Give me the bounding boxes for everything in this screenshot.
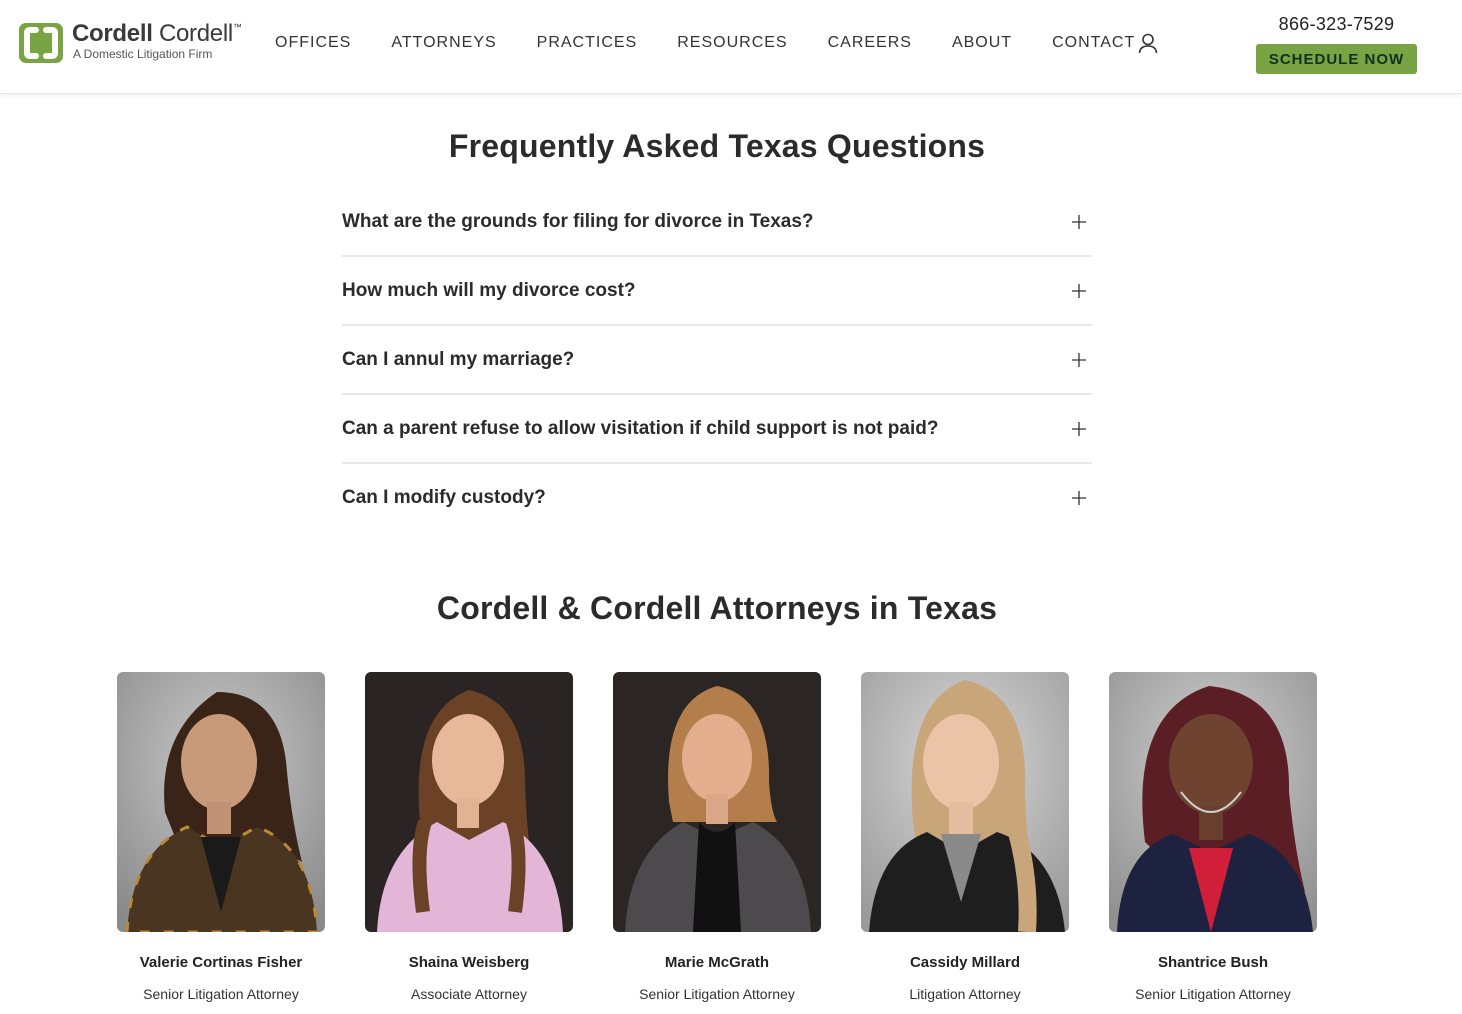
attorney-photo[interactable] (1109, 672, 1317, 932)
attorney-grid: Valerie Cortinas Fisher Senior Litigatio… (117, 672, 1317, 1012)
nav-contact[interactable]: CONTACT (1052, 33, 1135, 53)
nav-attorneys[interactable]: ATTORNEYS (391, 33, 496, 53)
attorney-role: Senior Litigation Attorney (1135, 986, 1291, 1002)
attorney-name[interactable]: Shaina Weisberg (345, 954, 593, 971)
attorney-name[interactable]: Cassidy Millard (841, 954, 1089, 971)
schedule-now-button[interactable]: SCHEDULE NOW (1256, 44, 1417, 74)
attorney-role: Associate Attorney (411, 986, 527, 1002)
logo-tagline: A Domestic Litigation Firm (73, 47, 213, 61)
attorney-card[interactable]: Cassidy Millard Litigation Attorney (861, 672, 1069, 1012)
nav-offices[interactable]: OFFICES (275, 33, 351, 53)
faq-question: Can a parent refuse to allow visitation … (342, 418, 939, 439)
faq-item[interactable]: Can I modify custody? (342, 464, 1092, 533)
attorney-role: Litigation Attorney (909, 986, 1021, 1002)
plus-icon[interactable] (1072, 284, 1086, 298)
faq-title: Frequently Asked Texas Questions (448, 128, 986, 164)
faq-question: Can I annul my marriage? (342, 349, 575, 370)
plus-icon[interactable] (1072, 422, 1086, 436)
attorney-card[interactable]: Shaina Weisberg Associate Attorney (365, 672, 573, 1012)
nav-careers[interactable]: CAREERS (828, 33, 912, 53)
nav-resources[interactable]: RESOURCES (677, 33, 787, 53)
faq-item[interactable]: Can I annul my marriage? (342, 326, 1092, 395)
faq-question: Can I modify custody? (342, 487, 546, 508)
faq-item[interactable]: What are the grounds for filing for divo… (342, 188, 1092, 257)
attorney-photo[interactable] (117, 672, 325, 932)
attorney-name[interactable]: Marie McGrath (593, 954, 841, 971)
attorney-photo[interactable] (365, 672, 573, 932)
logo-name: Cordell Cordell™ (72, 20, 242, 47)
nav-practices[interactable]: PRACTICES (537, 33, 638, 53)
faq-question: What are the grounds for filing for divo… (342, 211, 814, 232)
faq-question: How much will my divorce cost? (342, 280, 636, 301)
faq-item[interactable]: Can a parent refuse to allow visitation … (342, 395, 1092, 464)
site-header: Cordell Cordell™ A Domestic Litigation F… (0, 0, 1462, 94)
faq-accordion: What are the grounds for filing for divo… (342, 188, 1092, 533)
attorney-role: Senior Litigation Attorney (639, 986, 795, 1002)
attorney-name[interactable]: Shantrice Bush (1089, 954, 1337, 971)
plus-icon[interactable] (1072, 215, 1086, 229)
attorney-photo[interactable] (613, 672, 821, 932)
nav-about[interactable]: ABOUT (952, 33, 1012, 53)
attorney-name[interactable]: Valerie Cortinas Fisher (97, 954, 345, 971)
plus-icon[interactable] (1072, 491, 1086, 505)
site-logo[interactable]: Cordell Cordell™ A Domestic Litigation F… (18, 20, 248, 66)
attorney-photo[interactable] (861, 672, 1069, 932)
attorneys-title: Cordell & Cordell Attorneys in Texas (436, 590, 998, 626)
user-icon[interactable] (1137, 32, 1159, 54)
attorney-card[interactable]: Shantrice Bush Senior Litigation Attorne… (1109, 672, 1317, 1012)
attorney-role: Senior Litigation Attorney (143, 986, 299, 1002)
logo-mark-icon (19, 23, 63, 63)
main-nav: OFFICES ATTORNEYS PRACTICES RESOURCES CA… (275, 33, 1175, 53)
faq-item[interactable]: How much will my divorce cost? (342, 257, 1092, 326)
attorney-card[interactable]: Marie McGrath Senior Litigation Attorney (613, 672, 821, 1012)
phone-link[interactable]: 866-323-7529 (1256, 14, 1417, 35)
plus-icon[interactable] (1072, 353, 1086, 367)
attorney-card[interactable]: Valerie Cortinas Fisher Senior Litigatio… (117, 672, 325, 1012)
